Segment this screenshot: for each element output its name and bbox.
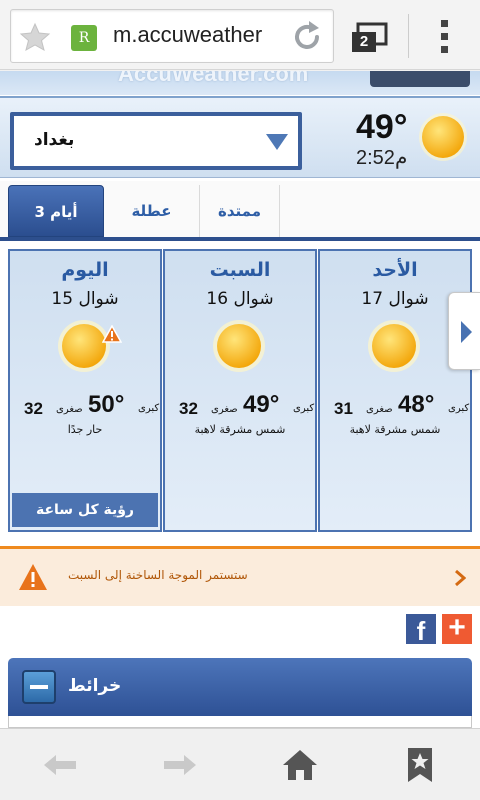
hourly-button[interactable]: رؤية كل ساعة — [12, 493, 158, 527]
facebook-share-button[interactable]: f — [406, 614, 436, 646]
collapse-minus-icon[interactable] — [22, 670, 56, 704]
toolbar-divider — [408, 14, 409, 58]
location-select[interactable]: بغداد — [10, 112, 302, 170]
tab-extended[interactable]: ممتدة — [200, 185, 280, 237]
sun-icon — [213, 320, 265, 372]
tab-3-days[interactable]: 3 أيام — [8, 185, 104, 237]
high-label: كبرى — [448, 403, 470, 414]
address-bar[interactable]: R m.accuweather — [10, 9, 334, 63]
current-time: 2:52م — [356, 147, 408, 169]
overflow-menu-icon[interactable] — [432, 18, 456, 54]
high-temp: 50° — [88, 391, 125, 418]
dropdown-arrow-icon — [266, 134, 288, 150]
alert-text[interactable]: ستستمر الموجة الساخنة إلى السبت — [68, 568, 248, 582]
tab-holiday[interactable]: عطلة — [104, 185, 200, 237]
day-date: شوال 16 — [206, 289, 274, 309]
current-conditions: بغداد 49° 2:52م — [0, 96, 480, 178]
day-card-saturday[interactable]: السبت شوال 16 كبرى 49° صغرى 32 شمس مشرقة… — [163, 249, 317, 532]
condition-text: شمس مشرقة لاهبة — [194, 423, 286, 436]
sun-icon — [368, 320, 420, 372]
forecast-tabs: ممتدة عطلة 3 أيام — [0, 181, 480, 241]
sun-icon — [419, 113, 467, 161]
low-label: صغرى — [211, 404, 238, 415]
high-label: كبرى — [293, 403, 315, 414]
browser-bottom-bar — [0, 728, 480, 800]
url-text[interactable]: m.accuweather — [113, 22, 262, 48]
next-days-button[interactable] — [448, 292, 480, 370]
low-label: صغرى — [56, 404, 83, 415]
web-page: AccuWeather.com بغداد 49° 2:52م ممتدة عط… — [0, 71, 480, 728]
day-name: الأحد — [372, 259, 418, 281]
browser-toolbar: R m.accuweather 2 — [0, 0, 480, 70]
bookmark-icon[interactable] — [400, 747, 440, 783]
low-label: صغرى — [366, 404, 393, 415]
condition-text: حار جدًا — [67, 423, 103, 436]
current-temperature: 49° — [356, 108, 408, 146]
condition-text: شمس مشرقة لاهبة — [349, 423, 441, 436]
site-header: AccuWeather.com — [0, 71, 480, 95]
warning-triangle-icon — [19, 564, 47, 590]
reload-icon[interactable] — [289, 19, 325, 55]
low-temp: 32 — [179, 399, 198, 418]
high-label: كبرى — [138, 403, 160, 414]
site-favicon-icon: R — [71, 25, 97, 51]
high-temp: 49° — [243, 391, 280, 418]
daily-forecast: اليوم شوال 15 كبرى 50° صغرى 32 حار جدًا … — [8, 249, 474, 532]
day-date: شوال 15 — [51, 289, 119, 309]
location-value: بغداد — [34, 130, 75, 150]
home-icon[interactable] — [280, 747, 320, 783]
day-name: السبت — [209, 259, 271, 281]
high-temp: 48° — [398, 391, 435, 418]
low-temp: 32 — [24, 399, 43, 418]
warning-triangle-icon — [102, 325, 122, 343]
low-temp: 31 — [334, 399, 353, 418]
chevron-right-icon[interactable] — [454, 569, 466, 587]
maps-title: خرائط — [68, 676, 122, 696]
google-plus-share-button[interactable]: + — [442, 613, 472, 644]
star-bookmark-icon[interactable] — [19, 21, 51, 53]
maps-section-header[interactable]: خرائط — [8, 658, 472, 716]
maps-section-body — [8, 716, 472, 728]
tab-count-badge[interactable]: 2 — [352, 32, 376, 52]
day-name: اليوم — [61, 259, 109, 281]
weather-alert[interactable]: ستستمر الموجة الساخنة إلى السبت — [0, 546, 480, 606]
arrow-left-icon[interactable] — [40, 747, 80, 783]
day-card-sunday[interactable]: الأحد شوال 17 كبرى 48° صغرى 31 شمس مشرقة… — [318, 249, 472, 532]
arrow-right-icon[interactable] — [160, 747, 200, 783]
header-button[interactable] — [370, 71, 470, 87]
site-logo[interactable]: AccuWeather.com — [118, 71, 308, 87]
day-card-today[interactable]: اليوم شوال 15 كبرى 50° صغرى 32 حار جدًا … — [8, 249, 162, 532]
